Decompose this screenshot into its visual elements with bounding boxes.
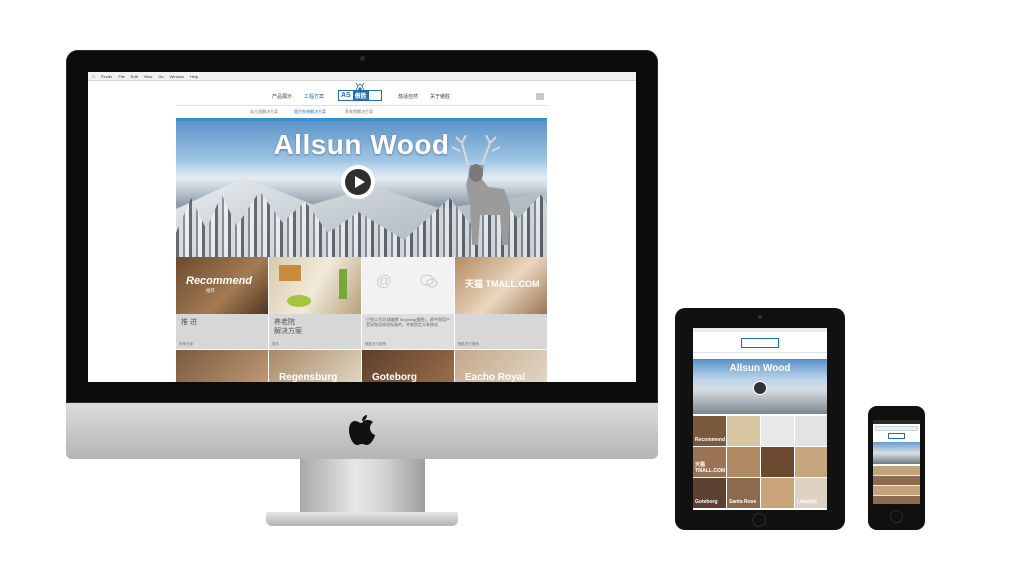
ipad-tile[interactable] xyxy=(727,416,760,446)
nav-item-engineering[interactable]: 工程方案 xyxy=(304,93,324,100)
hero-banner: Allsun Wood xyxy=(176,121,547,257)
tile-footer: 更多 xyxy=(272,342,279,346)
weibo-at-icon[interactable]: @ xyxy=(376,273,392,291)
menubar-item-file[interactable]: File xyxy=(118,74,124,79)
tile-bottom-4[interactable]: Eacho Royal xyxy=(455,350,547,382)
tile-elderly-solution[interactable]: 养老院 解决方案 更多 xyxy=(269,257,361,349)
menubar-item-view[interactable]: View xyxy=(144,74,153,79)
website: 产品展示 工程方案 AS 傲胜 悠适自然 关于傲胜 幼儿园解决方案 医疗系统解决… xyxy=(176,81,547,382)
home-button[interactable] xyxy=(752,513,766,527)
ipad-tile[interactable] xyxy=(761,416,794,446)
tile-caption: 养老院 解决方案 xyxy=(274,319,302,335)
iphone-screen xyxy=(873,420,920,504)
ipad-tile[interactable] xyxy=(761,478,794,508)
imac-chin xyxy=(66,403,658,459)
ipad-tile-label: Lifestyle xyxy=(797,499,818,505)
iphone-status-bar xyxy=(873,420,920,424)
ipad-tile[interactable]: Lifestyle xyxy=(795,478,827,508)
nav-item-products[interactable]: 产品展示 xyxy=(272,93,292,100)
apple-logo-icon xyxy=(349,415,375,445)
subnav-item-medical[interactable]: 医疗系统解决方案 xyxy=(294,109,326,115)
site-logo[interactable]: AS 傲胜 xyxy=(338,83,382,103)
deer-illustration xyxy=(451,135,510,245)
video-play-button[interactable] xyxy=(343,167,373,197)
tile-image xyxy=(269,257,361,314)
ipad-device: Allsun Wood Recommend 天猫 TMALL.COM Goteb… xyxy=(675,308,845,530)
tile-bottom-2[interactable]: Regensburg xyxy=(269,350,361,382)
ipad-hero: Allsun Wood xyxy=(693,360,827,414)
tile-footer: 推荐方案 xyxy=(179,342,193,346)
content-tiles: Recommend 推荐 推 进 推荐方案 养老院 解决方案 更多 @ 只到12… xyxy=(176,257,547,382)
ipad-tile-label: Recommend xyxy=(695,437,726,443)
menubar-item-finder[interactable]: Finder xyxy=(101,74,112,79)
apple-menu-icon[interactable]:  xyxy=(92,74,95,79)
nav-item-nature[interactable]: 悠适自然 xyxy=(398,93,418,100)
ipad-site-logo[interactable] xyxy=(741,338,779,348)
iphone-content-list xyxy=(873,466,920,504)
menubar-item-edit[interactable]: Edit xyxy=(131,74,138,79)
ipad-tile-label: Goteborg xyxy=(695,499,718,505)
ipad-tile[interactable] xyxy=(727,447,760,477)
logo-latin: AS xyxy=(341,92,351,99)
iphone-url-bar[interactable] xyxy=(875,426,918,431)
tile-image: @ xyxy=(362,257,454,314)
ipad-tile[interactable]: Santa Rose xyxy=(727,478,760,508)
subnav: 幼儿园解决方案 医疗系统解决方案 养老院解决方案 xyxy=(176,105,547,118)
tile-bottom-label: Goteborg xyxy=(372,372,417,382)
iphone-hero xyxy=(873,442,920,464)
ipad-tile[interactable]: Recommend xyxy=(693,416,726,446)
camera-icon xyxy=(360,56,365,61)
tile-image: 天猫 TMALL.COM xyxy=(455,257,547,314)
subnav-item-kindergarten[interactable]: 幼儿园解决方案 xyxy=(250,109,278,115)
ipad-hero-title: Allsun Wood xyxy=(729,363,791,374)
tile-recommend[interactable]: Recommend 推荐 推 进 推荐方案 xyxy=(176,257,268,349)
ipad-tile[interactable] xyxy=(761,447,794,477)
menubar-item-window[interactable]: Window xyxy=(170,74,184,79)
tile-bottom-1[interactable] xyxy=(176,350,268,382)
tile-caption xyxy=(455,314,547,322)
ipad-tile-label: Santa Rose xyxy=(729,499,757,505)
ipad-tile[interactable] xyxy=(795,416,827,446)
ipad-tile-label: 天猫 TMALL.COM xyxy=(695,462,725,474)
menubar-item-go[interactable]: Go xyxy=(158,74,163,79)
subnav-item-elderly[interactable]: 养老院解决方案 xyxy=(345,109,373,115)
logo-chinese: 傲胜 xyxy=(352,91,369,100)
ipad-status-bar xyxy=(693,328,827,332)
tile-caption: 推 进 xyxy=(181,319,197,326)
nav-item-about[interactable]: 关于傲胜 xyxy=(430,93,450,100)
tile-bottom-3[interactable]: Goteborg xyxy=(362,350,454,382)
tile-footer: 傲胜官方微博 xyxy=(365,342,386,346)
logo-wordmark: AS 傲胜 xyxy=(338,90,382,101)
tmall-logo: 天猫 TMALL.COM xyxy=(465,279,540,289)
ipad-screen: Allsun Wood Recommend 天猫 TMALL.COM Goteb… xyxy=(693,328,827,510)
imac-stand-foot xyxy=(266,512,458,526)
imac-screen:  Finder File Edit View Go Window Help 产… xyxy=(88,72,636,382)
ipad-tile[interactable]: 天猫 TMALL.COM xyxy=(693,447,726,477)
home-button[interactable] xyxy=(890,510,903,523)
share-icon[interactable] xyxy=(536,93,544,100)
menubar-item-help[interactable]: Help xyxy=(190,74,198,79)
iphone-device xyxy=(868,406,925,530)
ipad-tile[interactable] xyxy=(795,447,827,477)
ipad-tile-grid: Recommend 天猫 TMALL.COM Goteborg Santa Ro… xyxy=(693,416,827,510)
iphone-site-logo[interactable] xyxy=(888,433,905,439)
imac-stand-neck xyxy=(300,459,425,517)
tile-image: Recommend 推荐 xyxy=(176,257,268,314)
play-icon[interactable] xyxy=(753,381,767,395)
camera-icon xyxy=(758,315,762,319)
tile-social[interactable]: @ 只到12号总部编撰 Strglding(傲胜)，欧中国用户受采购及修改标准的… xyxy=(362,257,454,349)
mac-menubar:  Finder File Edit View Go Window Help xyxy=(88,72,636,81)
tile-bottom-label: Regensburg xyxy=(279,372,338,382)
play-icon xyxy=(345,169,371,195)
tile-tmall[interactable]: 天猫 TMALL.COM 傲胜官方微信 xyxy=(455,257,547,349)
site-nav: 产品展示 工程方案 AS 傲胜 悠适自然 关于傲胜 xyxy=(176,81,547,105)
tile-body-text: 只到12号总部编撰 Strglding(傲胜)，欧中国用户受采购及修改标准的，并… xyxy=(366,317,451,327)
tile-overlay-text: Recommend xyxy=(186,275,253,287)
tile-overlay-subtext: 推荐 xyxy=(206,288,215,293)
tile-bottom-label: Eacho Royal xyxy=(465,372,526,382)
wechat-icon[interactable] xyxy=(420,274,438,288)
ipad-tile[interactable]: Goteborg xyxy=(693,478,726,508)
room-illustration xyxy=(279,265,347,307)
tile-footer: 傲胜官方微信 xyxy=(458,342,479,346)
